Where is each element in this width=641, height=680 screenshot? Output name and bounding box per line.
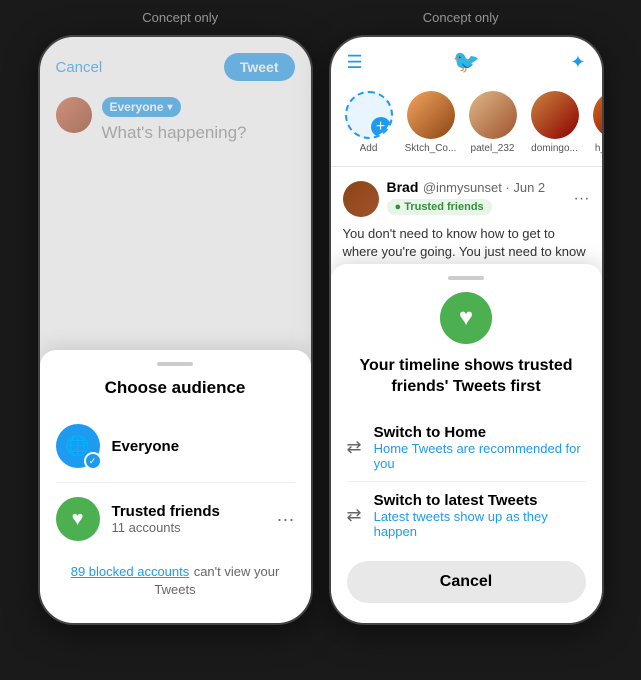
tweet-header: Brad @inmysunset · Jun 2 ● Trusted frien…: [343, 179, 590, 219]
add-plus-icon: +: [371, 117, 391, 137]
tweet-author-name: Brad: [387, 179, 419, 195]
option-divider: [56, 482, 295, 483]
switch-home-label: Switch to Home: [374, 424, 586, 441]
heart-icon: ♥: [72, 508, 84, 531]
story-3-circle[interactable]: [531, 91, 579, 139]
sparkle-icon[interactable]: ✦: [570, 52, 585, 73]
switch-home-sub: Home Tweets are recommended for you: [374, 441, 586, 471]
trusted-icon: ♥: [56, 497, 100, 541]
everyone-icon: 🌐 ✓: [56, 424, 100, 468]
trusted-label: Trusted friends 11 accounts: [112, 503, 265, 535]
tweet-more-icon[interactable]: ···: [574, 190, 590, 208]
story-2-label: patel_232: [471, 143, 515, 154]
switch-home-label-wrap: Switch to Home Home Tweets are recommend…: [374, 424, 586, 471]
sheet-title: Choose audience: [56, 378, 295, 398]
phone-2: ☰ 🐦 ✦ + Add Sktch_Co...: [329, 35, 604, 625]
concept-label-right: Concept only: [423, 10, 499, 25]
green-heart-icon: ♥: [440, 292, 492, 344]
switch-latest-sub: Latest tweets show up as they happen: [374, 509, 586, 539]
switch-latest-label: Switch to latest Tweets: [374, 492, 586, 509]
story-2[interactable]: patel_232: [467, 91, 519, 154]
story-4-circle[interactable]: [593, 91, 602, 139]
story-1-label: Sktch_Co...: [405, 143, 457, 154]
story-add-label: Add: [360, 143, 378, 154]
timeline-sheet: ♥ Your timeline shows trusted friends' T…: [331, 264, 602, 623]
twitter-header: ☰ 🐦 ✦: [331, 37, 602, 83]
tweet-meta: Brad @inmysunset · Jun 2 ● Trusted frien…: [387, 179, 566, 219]
switch-latest-label-wrap: Switch to latest Tweets Latest tweets sh…: [374, 492, 586, 539]
tweet-author-handle: @inmysunset · Jun 2: [423, 180, 545, 195]
blocked-notice: 89 blocked accounts can't view your Twee…: [56, 551, 295, 603]
story-3[interactable]: domingo...: [529, 91, 581, 154]
trusted-friends-badge: ● Trusted friends: [387, 199, 492, 215]
more-icon[interactable]: ···: [277, 509, 295, 530]
story-4[interactable]: h_wang...: [591, 91, 602, 154]
audience-everyone[interactable]: 🌐 ✓ Everyone: [56, 414, 295, 478]
trusted-name: Trusted friends: [112, 503, 265, 520]
story-1-circle[interactable]: [407, 91, 455, 139]
add-story-circle[interactable]: +: [345, 91, 393, 139]
trusted-sub: 11 accounts: [112, 520, 265, 535]
concept-label-left: Concept only: [142, 10, 218, 25]
twitter-bird-icon: 🐦: [453, 49, 480, 75]
switch-latest-option[interactable]: ⇄ Switch to latest Tweets Latest tweets …: [347, 482, 586, 549]
story-4-label: h_wang...: [595, 143, 602, 154]
phone-1: Cancel Tweet Everyone ▾ What's happening…: [38, 35, 313, 625]
timeline-sheet-title: Your timeline shows trusted friends' Twe…: [347, 356, 586, 398]
story-1[interactable]: Sktch_Co...: [405, 91, 457, 154]
everyone-name: Everyone: [112, 438, 295, 455]
story-add[interactable]: + Add: [343, 91, 395, 154]
swap-icon-2: ⇄: [347, 505, 362, 526]
story-3-label: domingo...: [531, 143, 578, 154]
audience-trusted[interactable]: ♥ Trusted friends 11 accounts ···: [56, 487, 295, 551]
swap-icon-1: ⇄: [347, 437, 362, 458]
tweet-avatar[interactable]: [343, 181, 379, 217]
switch-home-option[interactable]: ⇄ Switch to Home Home Tweets are recomme…: [347, 414, 586, 482]
feed-divider: [331, 166, 602, 167]
sheet-cancel-button[interactable]: Cancel: [347, 561, 586, 603]
story-2-circle[interactable]: [469, 91, 517, 139]
stories-row: + Add Sktch_Co... patel_232: [331, 83, 602, 162]
blocked-link[interactable]: 89 blocked accounts: [71, 564, 190, 579]
audience-sheet: Choose audience 🌐 ✓ Everyone ♥: [40, 350, 311, 623]
check-badge: ✓: [84, 452, 102, 470]
everyone-label: Everyone: [112, 438, 295, 455]
sheet-handle-2: [448, 276, 484, 280]
sheet-handle: [157, 362, 193, 366]
menu-icon[interactable]: ☰: [347, 52, 363, 73]
